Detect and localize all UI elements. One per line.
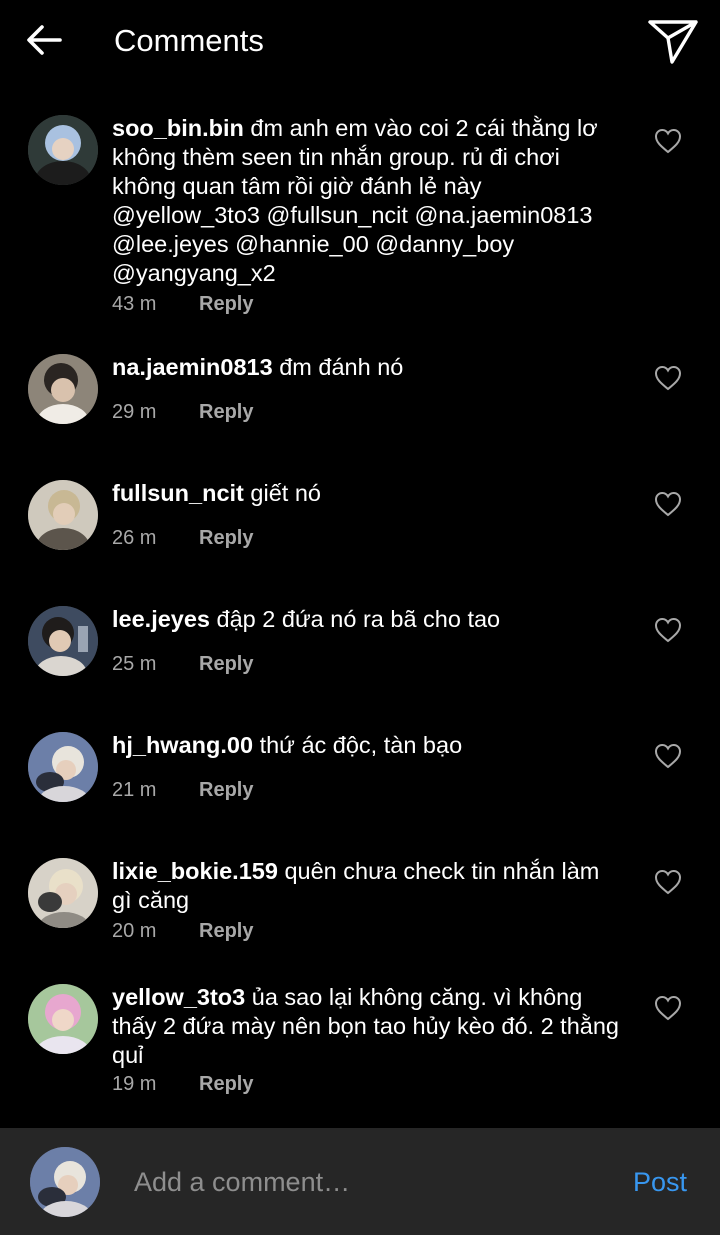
comment-username[interactable]: fullsun_ncit <box>112 480 244 506</box>
comment-meta: 19 m Reply <box>112 1072 253 1096</box>
avatar[interactable] <box>28 115 98 185</box>
avatar[interactable] <box>28 984 98 1054</box>
reply-button[interactable]: Reply <box>199 920 253 942</box>
avatar[interactable] <box>28 480 98 550</box>
comment-text: lee.jeyes đập 2 đứa nó ra bã cho tao <box>112 605 622 634</box>
comment-time: 19 m <box>112 1073 157 1095</box>
comment-meta: 26 m Reply <box>112 526 253 550</box>
current-user-avatar[interactable] <box>30 1147 100 1217</box>
comment-username[interactable]: na.jaemin0813 <box>112 354 273 380</box>
reply-button[interactable]: Reply <box>199 1073 253 1095</box>
comment-time: 26 m <box>112 527 157 549</box>
comment-time: 25 m <box>112 653 157 675</box>
comment-time: 20 m <box>112 920 157 942</box>
comment-time: 21 m <box>112 779 157 801</box>
reply-button[interactable]: Reply <box>199 779 253 801</box>
avatar[interactable] <box>28 732 98 802</box>
avatar[interactable] <box>28 606 98 676</box>
avatar[interactable] <box>28 858 98 928</box>
send-icon[interactable] <box>646 16 700 66</box>
comment-meta: 43 m Reply <box>112 292 253 316</box>
comment-body: đm đánh nó <box>279 354 404 380</box>
comment-username[interactable]: lixie_bokie.159 <box>112 858 278 884</box>
comment-username[interactable]: hj_hwang.00 <box>112 732 253 758</box>
comment-time: 29 m <box>112 401 157 423</box>
comment-composer: Post <box>0 1128 720 1235</box>
comment-time: 43 m <box>112 293 157 315</box>
heart-icon[interactable] <box>654 491 682 517</box>
heart-icon[interactable] <box>654 128 682 154</box>
comment-text: na.jaemin0813 đm đánh nó <box>112 353 622 382</box>
comment-input[interactable] <box>134 1162 604 1202</box>
comment-text: yellow_3to3 ủa sao lại không căng. vì kh… <box>112 983 622 1070</box>
heart-icon[interactable] <box>654 617 682 643</box>
avatar[interactable] <box>28 354 98 424</box>
comment-meta: 21 m Reply <box>112 778 253 802</box>
heart-icon[interactable] <box>654 743 682 769</box>
comment-meta: 25 m Reply <box>112 652 253 676</box>
comment-text: lixie_bokie.159 quên chưa check tin nhắn… <box>112 857 622 915</box>
heart-icon[interactable] <box>654 995 682 1021</box>
comment-body: giết nó <box>250 480 321 506</box>
reply-button[interactable]: Reply <box>199 401 253 423</box>
comment-username[interactable]: soo_bin.bin <box>112 115 244 141</box>
post-button[interactable]: Post <box>633 1166 687 1198</box>
heart-icon[interactable] <box>654 869 682 895</box>
comment-meta: 29 m Reply <box>112 400 253 424</box>
reply-button[interactable]: Reply <box>199 293 253 315</box>
top-bar: Comments <box>0 0 720 82</box>
comment-body: thứ ác độc, tàn bạo <box>259 732 463 758</box>
comment-text: fullsun_ncit giết nó <box>112 479 622 508</box>
comment-username[interactable]: lee.jeyes <box>112 606 210 632</box>
comment-text: hj_hwang.00 thứ ác độc, tàn bạo <box>112 731 622 760</box>
heart-icon[interactable] <box>654 365 682 391</box>
comment-meta: 20 m Reply <box>112 919 253 943</box>
page-title: Comments <box>114 23 264 58</box>
comment-username[interactable]: yellow_3to3 <box>112 984 245 1010</box>
back-arrow-icon[interactable] <box>24 20 64 60</box>
comment-body: đập 2 đứa nó ra bã cho tao <box>216 606 501 632</box>
reply-button[interactable]: Reply <box>199 653 253 675</box>
comment-text: soo_bin.bin đm anh em vào coi 2 cái thằn… <box>112 114 622 288</box>
reply-button[interactable]: Reply <box>199 527 253 549</box>
